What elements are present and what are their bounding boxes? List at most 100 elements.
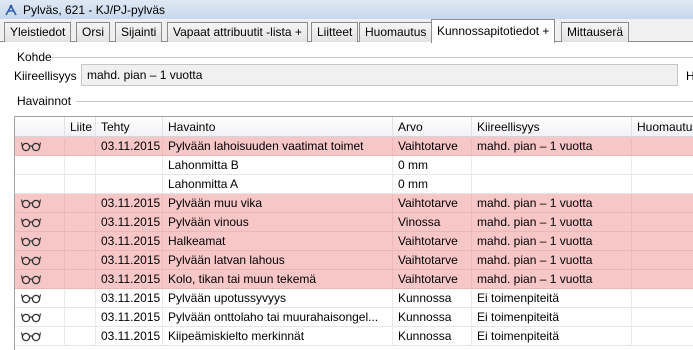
arvo-cell: 0 mm: [393, 175, 472, 194]
table-row[interactable]: 03.11.2015 Pylvään onttolaho tai muurahai…: [15, 308, 693, 327]
glasses-icon[interactable]: [20, 274, 42, 285]
havainto-cell: Lahonmitta A: [163, 175, 393, 194]
liite-cell: [65, 270, 96, 289]
liite-cell: [65, 232, 96, 251]
kohde-group-label: Kohde: [17, 50, 52, 64]
arvo-cell: Kunnossa: [393, 308, 472, 327]
icon-cell: [15, 308, 65, 327]
tehty-cell: 03.11.2015: [96, 270, 163, 289]
huomautus-cell: [632, 156, 693, 175]
table-row[interactable]: 03.11.2015 Pylvään lahoisuuden vaatimat t…: [15, 137, 693, 156]
liite-cell: [65, 213, 96, 232]
tehty-cell: 03.11.2015: [96, 194, 163, 213]
arvo-cell: Vaihtotarve: [393, 232, 472, 251]
havainnot-table[interactable]: Liite Tehty Havainto Arvo Kiireellisyys …: [14, 116, 693, 350]
tab-kunnossapitotiedot[interactable]: Kunnossapitotiedot +: [431, 19, 556, 43]
tehty-cell: 03.11.2015: [96, 289, 163, 308]
havainto-cell: Kiipeämiskielto merkinnät: [163, 327, 393, 346]
huomautus-cell: [632, 175, 693, 194]
tehty-cell: 03.11.2015: [96, 327, 163, 346]
liite-cell: [65, 175, 96, 194]
table-row[interactable]: 03.11.2015 Kolo, tikan tai muun tekemä Vai…: [15, 270, 693, 289]
column-header-havainto[interactable]: Havainto: [163, 117, 393, 137]
huomautus-cell: [632, 308, 693, 327]
table-row[interactable]: 03.11.2015 Pylvään latvan lahous Vaihtotar…: [15, 251, 693, 270]
kiireellisyys-cell: Ei toimenpiteitä: [472, 308, 632, 327]
havainto-cell: Pylvään upotussyvyys: [163, 289, 393, 308]
tab-strip: Yleistiedot Orsi Sijainti Vapaat attribu…: [0, 19, 693, 43]
kiireellisyys-cell: mahd. pian – 1 vuotta: [472, 194, 632, 213]
column-header-tehty[interactable]: Tehty: [96, 117, 163, 137]
havainto-cell: Pylvään onttolaho tai muurahaisongel...: [163, 308, 393, 327]
liite-cell: [65, 289, 96, 308]
table-row[interactable]: 03.11.2015 Pylvään vinous Vinossa mahd. pia…: [15, 213, 693, 232]
tehty-cell: 03.11.2015: [96, 213, 163, 232]
glasses-icon[interactable]: [20, 312, 42, 323]
havainnot-group-label: Havainnot: [17, 94, 72, 108]
tab-huomautus[interactable]: Huomautus: [359, 22, 433, 42]
icon-cell: [15, 232, 65, 251]
column-header-arvo[interactable]: Arvo: [393, 117, 472, 137]
table-row[interactable]: 03.11.2015 Pylvään upotussyvyys Kunnossa Ei…: [15, 289, 693, 308]
tehty-cell: 03.11.2015: [96, 308, 163, 327]
huomautus-cell: [632, 289, 693, 308]
glasses-icon[interactable]: [20, 293, 42, 304]
column-header-icon[interactable]: [15, 117, 65, 137]
arvo-cell: Vaihtotarve: [393, 137, 472, 156]
table-row[interactable]: 03.11.2015 Pylvään muu vika Vaihtotarve mah…: [15, 194, 693, 213]
liite-cell: [65, 194, 96, 213]
glasses-icon[interactable]: [20, 236, 42, 247]
huomautus-cell: [632, 327, 693, 346]
tab-yleistiedot[interactable]: Yleistiedot: [4, 22, 72, 42]
kiireellisyys-cell: mahd. pian – 1 vuotta: [472, 251, 632, 270]
table-row[interactable]: Lahonmitta B0 mm: [15, 156, 693, 175]
arvo-cell: Vaihtotarve: [393, 194, 472, 213]
huomautus-cell: [632, 194, 693, 213]
arvo-cell: Vinossa: [393, 213, 472, 232]
havainto-cell: Pylvään vinous: [163, 213, 393, 232]
huomautus-cell: [632, 232, 693, 251]
tab-mittausera[interactable]: Mittauserä: [561, 22, 630, 42]
tehty-cell: [96, 175, 163, 194]
kiireellisyys-field[interactable]: mahd. pian – 1 vuotta: [81, 64, 678, 86]
kiireellisyys-cell: mahd. pian – 1 vuotta: [472, 213, 632, 232]
arvo-cell: Kunnossa: [393, 289, 472, 308]
icon-cell: [15, 270, 65, 289]
tab-sijainti[interactable]: Sijainti: [115, 22, 163, 42]
arvo-cell: Vaihtotarve: [393, 270, 472, 289]
glasses-icon[interactable]: [20, 255, 42, 266]
tehty-cell: 03.11.2015: [96, 232, 163, 251]
kiireellisyys-cell: mahd. pian – 1 vuotta: [472, 232, 632, 251]
column-header-liite[interactable]: Liite: [65, 117, 96, 137]
tab-orsi[interactable]: Orsi: [76, 22, 110, 42]
liite-cell: [65, 327, 96, 346]
arvo-cell: Vaihtotarve: [393, 251, 472, 270]
icon-cell: [15, 213, 65, 232]
table-row[interactable]: 03.11.2015 Halkeamat Vaihtotarve mahd. pian…: [15, 232, 693, 251]
table-row[interactable]: Lahonmitta A0 mm: [15, 175, 693, 194]
glasses-icon[interactable]: [20, 198, 42, 209]
kohde-group-divider: [52, 57, 693, 58]
havainto-cell: Lahonmitta B: [163, 156, 393, 175]
liite-cell: [65, 308, 96, 327]
table-row[interactable]: 03.11.2015 Kiipeämiskielto merkinnät Kunno…: [15, 327, 693, 346]
havainto-cell: Halkeamat: [163, 232, 393, 251]
column-header-kiireellisyys[interactable]: Kiireellisyys: [472, 117, 632, 137]
icon-cell: [15, 194, 65, 213]
tehty-cell: 03.11.2015: [96, 137, 163, 156]
tab-liitteet[interactable]: Liitteet: [311, 22, 359, 42]
glasses-icon[interactable]: [20, 217, 42, 228]
kiireellisyys-cell: [472, 156, 632, 175]
title-bar: Pylväs, 621 - KJ/PJ-pylväs: [0, 0, 693, 19]
glasses-icon[interactable]: [20, 141, 42, 152]
tab-vapaat-attribuutit[interactable]: Vapaat attribuutit -lista +: [167, 22, 308, 42]
havainto-cell: Pylvään muu vika: [163, 194, 393, 213]
liite-cell: [65, 137, 96, 156]
column-header-huomautus[interactable]: Huomautus: [632, 117, 693, 137]
glasses-icon[interactable]: [20, 331, 42, 342]
tehty-cell: [96, 156, 163, 175]
kiireellisyys-cell: [472, 175, 632, 194]
liite-cell: [65, 251, 96, 270]
icon-cell: [15, 251, 65, 270]
huomautus-cell: [632, 270, 693, 289]
